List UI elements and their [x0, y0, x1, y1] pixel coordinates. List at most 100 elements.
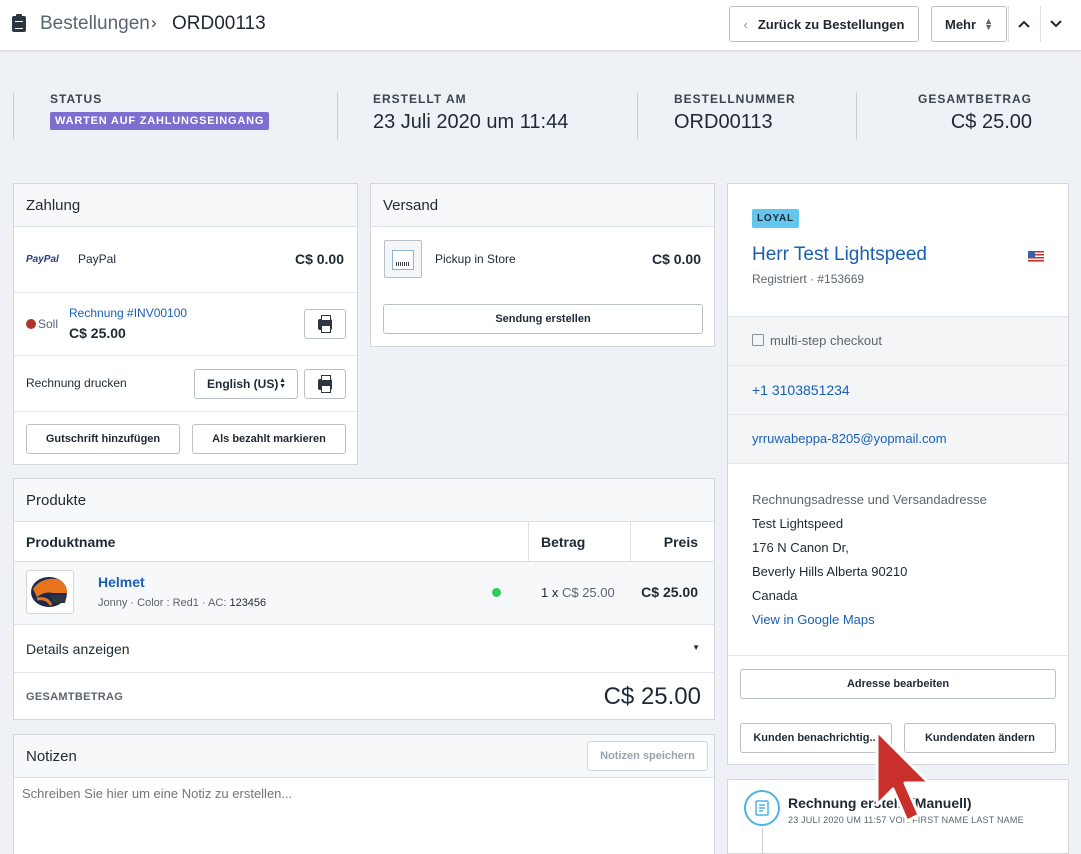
payment-actions-row: Gutschrift hinzufügen Als bezahlt markie…: [14, 411, 357, 465]
created-label: ERSTELLT AM: [373, 92, 467, 106]
previous-order-button[interactable]: [1008, 6, 1038, 42]
back-to-orders-button[interactable]: ‹ Zurück zu Bestellungen: [729, 6, 919, 42]
product-meta-code: 123456: [229, 597, 267, 609]
address-heading: Rechnungsadresse und Versandadresse: [752, 492, 987, 507]
store-pickup-icon: [384, 240, 422, 278]
receipt-icon: [755, 800, 769, 816]
checkout-type: multi-step checkout: [770, 333, 882, 348]
next-order-button[interactable]: [1040, 6, 1070, 42]
chevron-down-icon: [1049, 20, 1062, 28]
status-badge: WARTEN AUF ZAHLUNGSEINGANG: [50, 112, 270, 130]
breadcrumb-separator-icon: ›: [151, 13, 157, 32]
google-maps-link[interactable]: View in Google Maps: [752, 612, 875, 627]
address-line: Canada: [752, 588, 798, 603]
breadcrumb-orders-link[interactable]: Bestellungen: [40, 13, 150, 35]
in-stock-dot-icon: [492, 588, 501, 597]
customer-header: LOYAL Herr Test Lightspeed Registriert ·…: [728, 184, 1068, 316]
summary-status: STATUS WARTEN AUF ZAHLUNGSEINGANG: [13, 92, 333, 140]
product-name-link[interactable]: Helmet: [98, 574, 145, 590]
payment-title: Zahlung: [14, 184, 357, 227]
email-row: yrruwabeppa-8205@yopmail.com: [728, 414, 1068, 463]
clipboard-icon: [12, 14, 26, 32]
add-credit-button[interactable]: Gutschrift hinzufügen: [26, 424, 180, 454]
shipping-amount: C$ 0.00: [651, 251, 701, 267]
shipping-method-name: Pickup in Store: [435, 252, 516, 266]
payment-card: Zahlung PayPal PayPal C$ 0.00 Soll Rechn…: [13, 183, 358, 465]
edit-address-button[interactable]: Adresse bearbeiten: [740, 669, 1056, 699]
print-language-button[interactable]: [304, 369, 346, 399]
invoice-created-icon: [744, 790, 780, 826]
timeline-event-title: Rechnung erstellt (Manuell): [788, 795, 972, 811]
paypal-logo-icon: PayPal: [26, 254, 59, 265]
notify-customer-button[interactable]: Kunden benachrichtig...: [740, 723, 892, 753]
invoice-link[interactable]: Rechnung #INV00100: [69, 306, 187, 320]
save-notes-button[interactable]: Notizen speichern: [587, 741, 708, 771]
products-total-row: GESAMTBETRAG C$ 25.00: [14, 672, 714, 720]
products-title: Produkte: [14, 479, 714, 522]
total-label: GESAMTBETRAG: [918, 92, 1032, 106]
invoice-row: Soll Rechnung #INV00100 C$ 25.00: [14, 292, 357, 355]
language-select[interactable]: English (US) ▲ ▼: [194, 369, 298, 399]
print-invoice-label: Rechnung drucken: [26, 376, 127, 390]
created-value: 23 Juli 2020 um 11:44: [373, 111, 569, 133]
chevron-left-icon: ‹: [743, 16, 748, 32]
details-label: Details anzeigen: [26, 641, 130, 657]
address-line: 176 N Canon Dr,: [752, 540, 849, 555]
sort-updown-icon: ▲ ▼: [984, 16, 993, 32]
caret-down-icon: ▼: [692, 643, 700, 652]
product-meta-prefix: Jonny · Color : Red1 · AC:: [98, 597, 230, 609]
printer-icon: [318, 314, 332, 333]
notes-textarea[interactable]: [14, 778, 714, 854]
more-dropdown-button[interactable]: Mehr ▲ ▼: [931, 6, 1007, 42]
notes-card: Notizen Notizen speichern: [13, 734, 715, 854]
product-meta: Jonny · Color : Red1 · AC: 123456: [98, 597, 266, 609]
shipping-card: Versand Pickup in Store C$ 0.00 Sendung …: [370, 183, 715, 347]
more-label: Mehr: [945, 16, 977, 32]
customer-registered: Registriert · #153669: [752, 272, 865, 286]
total-value: C$ 25.00: [950, 111, 1032, 133]
due-status-dot-icon: [26, 319, 36, 329]
column-price: Preis: [663, 534, 698, 550]
language-value: English (US): [207, 377, 279, 391]
customer-card: LOYAL Herr Test Lightspeed Registriert ·…: [727, 183, 1069, 765]
create-shipment-button[interactable]: Sendung erstellen: [383, 304, 703, 334]
customer-actions-row: Kunden benachrichtig... Kundendaten ände…: [728, 711, 1068, 765]
summary-created: ERSTELLT AM 23 Juli 2020 um 11:44: [337, 92, 635, 140]
printer-icon: [318, 374, 332, 393]
customer-phone-link[interactable]: +1 3103851234: [752, 382, 850, 398]
order-number-value: ORD00113: [674, 111, 773, 133]
column-product-name: Produktname: [26, 534, 116, 550]
phone-row: +1 3103851234: [728, 365, 1068, 414]
table-row: Helmet Jonny · Color : Red1 · AC: 123456…: [14, 562, 714, 624]
edit-customer-button[interactable]: Kundendaten ändern: [904, 723, 1056, 753]
address-line: Test Lightspeed: [752, 516, 844, 531]
loyal-badge: LOYAL: [752, 209, 799, 228]
chevron-up-icon: [1017, 20, 1030, 28]
checkout-row: multi-step checkout: [728, 316, 1068, 365]
address-block: Rechnungsadresse und Versandadresse Test…: [728, 463, 1068, 655]
column-amount: Betrag: [541, 534, 586, 550]
invoice-amount: C$ 25.00: [69, 325, 126, 341]
product-quantity: 1 x C$ 25.00: [541, 585, 615, 600]
due-label: Soll: [38, 317, 59, 331]
breadcrumb-current: ORD00113: [172, 13, 266, 34]
top-bar: Bestellungen › ORD00113 ‹ Zurück zu Best…: [0, 0, 1081, 51]
print-invoice-row: Rechnung drucken English (US) ▲ ▼: [14, 355, 357, 411]
product-unit-price: C$ 25.00: [561, 585, 615, 600]
print-invoice-button[interactable]: [304, 309, 346, 339]
address-actions-row: Adresse bearbeiten: [728, 655, 1068, 711]
payment-method-amount: C$ 0.00: [294, 251, 344, 267]
mark-paid-button[interactable]: Als bezahlt markieren: [192, 424, 346, 454]
customer-name-link[interactable]: Herr Test Lightspeed: [752, 244, 927, 266]
us-flag-icon: [1028, 251, 1044, 262]
details-toggle[interactable]: Details anzeigen ▼: [14, 624, 714, 672]
back-to-orders-label: Zurück zu Bestellungen: [757, 16, 905, 32]
timeline-card: Rechnung erstellt (Manuell) 23 JULI 2020…: [727, 779, 1069, 854]
customer-email-link[interactable]: yrruwabeppa-8205@yopmail.com: [752, 431, 947, 446]
product-image: [26, 570, 74, 614]
shipping-method-row: Pickup in Store C$ 0.00: [371, 227, 714, 293]
products-total-value: C$ 25.00: [603, 683, 701, 710]
receipt-icon: [752, 334, 764, 346]
products-total-label: GESAMTBETRAG: [26, 691, 124, 703]
status-label: STATUS: [50, 92, 103, 106]
